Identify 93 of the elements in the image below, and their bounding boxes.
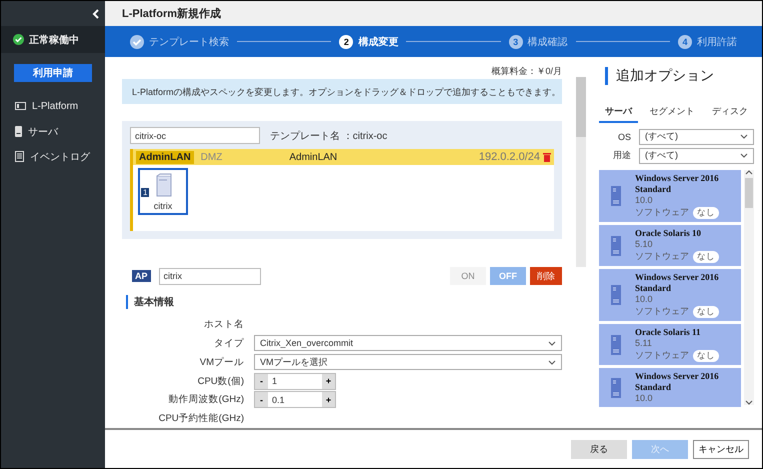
template-name: テンプレート名 ：citrix-oc <box>270 130 388 143</box>
os-version: 10.0 <box>635 294 654 305</box>
os-name: Windows Server 2016 Standard <box>635 173 720 195</box>
step-number: 2 <box>339 34 354 48</box>
software-label: ソフトウェア <box>635 305 689 318</box>
check-circle-icon <box>13 34 24 45</box>
sidebar-item[interactable]: L-Platform <box>1 94 105 119</box>
scrollbar-thumb[interactable] <box>576 77 586 137</box>
option-card[interactable]: Windows Server 2016 Standard 10.0 <box>599 368 741 407</box>
software-value: なし <box>693 206 719 218</box>
os-version: 10.0 <box>635 393 654 404</box>
filter-select[interactable]: (すべて) <box>639 128 754 144</box>
step-label: 利用許諾 <box>696 36 737 48</box>
field-label: 動作周波数(GHz) <box>168 393 244 406</box>
estimated-price: 概算料金：￥0/月 <box>490 65 562 78</box>
filter-label: 用途 <box>612 149 631 162</box>
server-count: 1 <box>141 188 150 198</box>
sidebar-item-label: L-Platform <box>32 101 78 112</box>
server-icon <box>156 173 172 198</box>
chevron-down-icon <box>548 340 556 346</box>
cancel-button[interactable]: キャンセル <box>693 440 749 458</box>
filter-label: OS <box>616 132 631 142</box>
monitor-icon <box>15 102 26 111</box>
field-label: CPU予約性能(GHz) <box>158 412 244 426</box>
field-label: ホスト名 <box>203 318 244 332</box>
software-label: ソフトウェア <box>635 349 689 362</box>
panel-title: 追加オプション <box>605 67 754 85</box>
option-card[interactable]: Oracle Solaris 11 5.11 ソフトウェア なし <box>599 324 741 365</box>
select-field[interactable]: VMプールを選択 <box>254 354 562 370</box>
section-title: 基本情報 <box>126 295 562 310</box>
server-name: citrix <box>154 201 172 212</box>
step-label: テンプレート検索 <box>149 36 229 48</box>
option-card[interactable]: Oracle Solaris 10 5.10 ソフトウェア なし <box>599 225 741 266</box>
status-text: 正常稼働中 <box>29 34 79 46</box>
server-icon <box>611 334 621 354</box>
option-tab[interactable]: ディスク <box>706 102 754 123</box>
server-icon <box>611 236 621 256</box>
type-badge: AP <box>132 270 151 282</box>
os-name: Oracle Solaris 11 <box>635 327 702 338</box>
delete-button[interactable]: 削除 <box>530 267 562 286</box>
server-icon <box>611 378 621 398</box>
select-field[interactable]: Citrix_Xen_overcommit <box>254 335 562 352</box>
os-name: Oracle Solaris 10 <box>635 228 702 239</box>
scrollbar[interactable] <box>576 77 586 267</box>
chevron-down-icon <box>740 134 748 139</box>
segment-tag[interactable]: AdminLAN <box>136 150 194 164</box>
server-icon <box>611 285 621 305</box>
os-name: Windows Server 2016 Standard <box>635 371 720 393</box>
field-label: CPU数(個) <box>196 374 244 388</box>
software-label: ソフトウェア <box>635 206 689 219</box>
trash-icon[interactable] <box>543 152 551 162</box>
os-version: 10.0 <box>635 195 654 206</box>
field-label: VMプール <box>198 356 244 369</box>
chevron-down-icon <box>740 153 748 158</box>
field-label: タイプ <box>213 336 244 350</box>
server-icon <box>611 186 621 206</box>
back-button[interactable]: 戻る <box>571 440 627 458</box>
collapse-chevron-icon[interactable] <box>92 8 99 18</box>
chevron-down-icon[interactable] <box>745 400 753 405</box>
server-name-field[interactable]: citrix <box>158 268 261 285</box>
platform-name-field[interactable]: citrix-oc <box>130 127 260 144</box>
segment-name: AdminLAN <box>289 152 338 163</box>
chevron-up-icon[interactable] <box>745 170 753 175</box>
os-name: Windows Server 2016 Standard <box>635 272 720 294</box>
sidebar-item-label: イベントログ <box>30 150 90 164</box>
software-value: なし <box>693 350 719 362</box>
filter-select[interactable]: (すべて) <box>639 148 754 164</box>
request-button[interactable]: 利用申請 <box>14 64 92 82</box>
info-message: L-Platformの構成やスペックを変更します。オプションをドラッグ＆ドロップで追加することもできます。 <box>122 79 562 104</box>
step-number: 4 <box>678 34 692 48</box>
option-tab[interactable]: セグメント <box>644 102 700 123</box>
server-node[interactable]: 1 citrix <box>138 168 188 216</box>
software-value: なし <box>693 306 719 318</box>
os-version: 5.10 <box>635 239 654 250</box>
option-card[interactable]: Windows Server 2016 Standard 10.0 ソフトウェア なし <box>599 269 741 321</box>
document-icon <box>15 151 24 162</box>
software-value: なし <box>693 250 719 262</box>
step-label: 構成変更 <box>358 35 398 48</box>
step-number: 3 <box>508 34 523 48</box>
page-title: L-Platform新規作成 <box>122 6 221 21</box>
os-version: 5.11 <box>635 338 653 349</box>
option-card[interactable]: Windows Server 2016 Standard 10.0 ソフトウェア なし <box>599 170 741 222</box>
option-tab[interactable]: サーバ <box>599 102 638 123</box>
sidebar-item[interactable]: サーバ <box>1 119 105 144</box>
scrollbar[interactable] <box>744 170 754 405</box>
sidebar-item-label: サーバ <box>28 126 58 138</box>
software-label: ソフトウェア <box>635 250 689 263</box>
chevron-down-icon <box>548 360 556 365</box>
sidebar-item[interactable]: イベントログ <box>1 144 105 169</box>
server-icon <box>15 126 22 137</box>
scrollbar-thumb[interactable] <box>745 178 753 208</box>
segment-address: 192.0.2.0/24 <box>478 151 540 164</box>
step-label: 構成確認 <box>528 36 568 48</box>
